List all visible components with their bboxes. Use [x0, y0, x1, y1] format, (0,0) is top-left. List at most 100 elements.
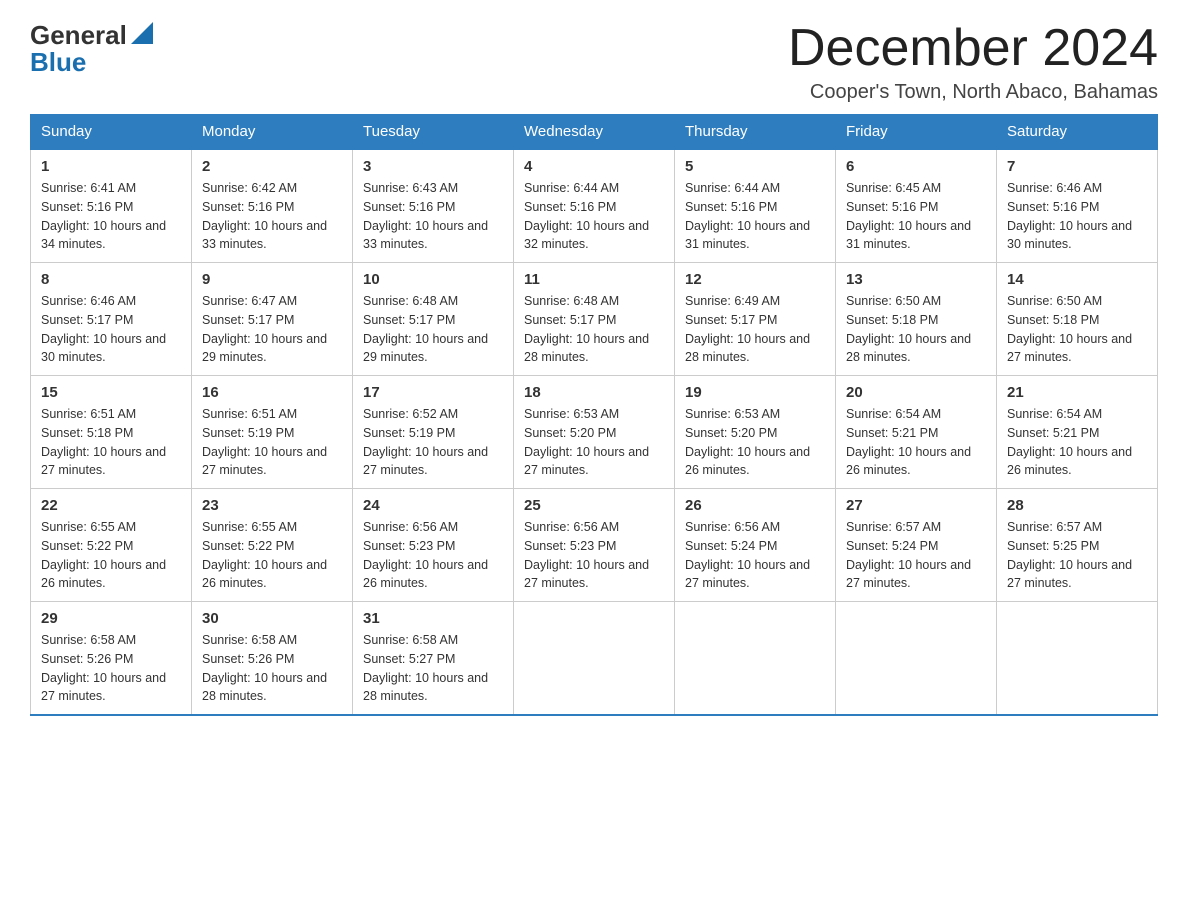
day-info: Sunrise: 6:41 AMSunset: 5:16 PMDaylight:…	[41, 179, 181, 254]
table-row: 21 Sunrise: 6:54 AMSunset: 5:21 PMDayligh…	[997, 376, 1158, 489]
day-info: Sunrise: 6:51 AMSunset: 5:18 PMDaylight:…	[41, 405, 181, 480]
day-number: 4	[524, 158, 664, 175]
table-row: 20 Sunrise: 6:54 AMSunset: 5:21 PMDayligh…	[836, 376, 997, 489]
day-number: 23	[202, 497, 342, 514]
day-number: 2	[202, 158, 342, 175]
table-row: 22Sunrise: 6:55 AMSunset: 5:22 PMDayligh…	[31, 489, 192, 602]
day-number: 16	[202, 384, 342, 401]
table-row: 12Sunrise: 6:49 AMSunset: 5:17 PMDayligh…	[675, 263, 836, 376]
day-number: 11	[524, 271, 664, 288]
day-number: 17	[363, 384, 503, 401]
table-row: 15 Sunrise: 6:51 AMSunset: 5:18 PMDayligh…	[31, 376, 192, 489]
table-row: 29Sunrise: 6:58 AMSunset: 5:26 PMDayligh…	[31, 602, 192, 716]
logo-blue-text: Blue	[30, 47, 86, 78]
day-number: 21	[1007, 384, 1147, 401]
table-row	[997, 602, 1158, 716]
day-number: 20	[846, 384, 986, 401]
day-number: 26	[685, 497, 825, 514]
calendar-week-1: 1Sunrise: 6:41 AMSunset: 5:16 PMDaylight…	[31, 149, 1158, 263]
day-number: 10	[363, 271, 503, 288]
logo: General Blue	[30, 20, 153, 78]
day-number: 7	[1007, 158, 1147, 175]
table-row: 3 Sunrise: 6:43 AMSunset: 5:16 PMDaylight…	[353, 149, 514, 263]
day-info: Sunrise: 6:58 AMSunset: 5:26 PMDaylight:…	[202, 631, 342, 706]
table-row: 13 Sunrise: 6:50 AMSunset: 5:18 PMDayligh…	[836, 263, 997, 376]
location-subtitle: Cooper's Town, North Abaco, Bahamas	[788, 81, 1158, 104]
day-number: 31	[363, 610, 503, 627]
col-saturday: Saturday	[997, 115, 1158, 150]
table-row: 14Sunrise: 6:50 AMSunset: 5:18 PMDayligh…	[997, 263, 1158, 376]
day-info: Sunrise: 6:54 AMSunset: 5:21 PMDaylight:…	[846, 405, 986, 480]
day-number: 28	[1007, 497, 1147, 514]
day-number: 15	[41, 384, 181, 401]
table-row: 28 Sunrise: 6:57 AMSunset: 5:25 PMDayligh…	[997, 489, 1158, 602]
day-info: Sunrise: 6:46 AMSunset: 5:16 PMDaylight:…	[1007, 179, 1147, 254]
table-row: 26Sunrise: 6:56 AMSunset: 5:24 PMDayligh…	[675, 489, 836, 602]
table-row: 25Sunrise: 6:56 AMSunset: 5:23 PMDayligh…	[514, 489, 675, 602]
day-number: 24	[363, 497, 503, 514]
table-row: 19Sunrise: 6:53 AMSunset: 5:20 PMDayligh…	[675, 376, 836, 489]
calendar-week-4: 22Sunrise: 6:55 AMSunset: 5:22 PMDayligh…	[31, 489, 1158, 602]
day-number: 14	[1007, 271, 1147, 288]
calendar-table: Sunday Monday Tuesday Wednesday Thursday…	[30, 114, 1158, 716]
day-number: 3	[363, 158, 503, 175]
day-number: 5	[685, 158, 825, 175]
day-info: Sunrise: 6:49 AMSunset: 5:17 PMDaylight:…	[685, 292, 825, 367]
table-row: 11 Sunrise: 6:48 AMSunset: 5:17 PMDayligh…	[514, 263, 675, 376]
day-info: Sunrise: 6:48 AMSunset: 5:17 PMDaylight:…	[363, 292, 503, 367]
table-row: 30 Sunrise: 6:58 AMSunset: 5:26 PMDayligh…	[192, 602, 353, 716]
day-number: 30	[202, 610, 342, 627]
day-number: 9	[202, 271, 342, 288]
table-row: 27 Sunrise: 6:57 AMSunset: 5:24 PMDayligh…	[836, 489, 997, 602]
day-info: Sunrise: 6:46 AMSunset: 5:17 PMDaylight:…	[41, 292, 181, 367]
day-info: Sunrise: 6:57 AMSunset: 5:24 PMDaylight:…	[846, 518, 986, 593]
day-number: 8	[41, 271, 181, 288]
day-number: 6	[846, 158, 986, 175]
day-number: 29	[41, 610, 181, 627]
table-row: 8 Sunrise: 6:46 AMSunset: 5:17 PMDaylight…	[31, 263, 192, 376]
day-info: Sunrise: 6:57 AMSunset: 5:25 PMDaylight:…	[1007, 518, 1147, 593]
table-row: 9Sunrise: 6:47 AMSunset: 5:17 PMDaylight…	[192, 263, 353, 376]
table-row	[836, 602, 997, 716]
col-wednesday: Wednesday	[514, 115, 675, 150]
table-row	[675, 602, 836, 716]
day-info: Sunrise: 6:52 AMSunset: 5:19 PMDaylight:…	[363, 405, 503, 480]
day-number: 18	[524, 384, 664, 401]
table-row: 2 Sunrise: 6:42 AMSunset: 5:16 PMDaylight…	[192, 149, 353, 263]
day-info: Sunrise: 6:48 AMSunset: 5:17 PMDaylight:…	[524, 292, 664, 367]
day-number: 25	[524, 497, 664, 514]
day-number: 13	[846, 271, 986, 288]
table-row: 31Sunrise: 6:58 AMSunset: 5:27 PMDayligh…	[353, 602, 514, 716]
day-info: Sunrise: 6:56 AMSunset: 5:23 PMDaylight:…	[363, 518, 503, 593]
col-sunday: Sunday	[31, 115, 192, 150]
logo-triangle-icon	[131, 22, 153, 44]
weekday-header-row: Sunday Monday Tuesday Wednesday Thursday…	[31, 115, 1158, 150]
table-row: 17 Sunrise: 6:52 AMSunset: 5:19 PMDayligh…	[353, 376, 514, 489]
day-info: Sunrise: 6:50 AMSunset: 5:18 PMDaylight:…	[846, 292, 986, 367]
day-info: Sunrise: 6:42 AMSunset: 5:16 PMDaylight:…	[202, 179, 342, 254]
calendar-week-5: 29 Sunrise: 6:58 AMSunset: 5:26 PMDayligh…	[31, 602, 1158, 716]
table-row: 1Sunrise: 6:41 AMSunset: 5:16 PMDaylight…	[31, 149, 192, 263]
table-row: 6 Sunrise: 6:45 AMSunset: 5:16 PMDaylight…	[836, 149, 997, 263]
table-row: 24 Sunrise: 6:56 AMSunset: 5:23 PMDayligh…	[353, 489, 514, 602]
col-monday: Monday	[192, 115, 353, 150]
table-row: 10 Sunrise: 6:48 AMSunset: 5:17 PMDayligh…	[353, 263, 514, 376]
page-header: General Blue December 2024 Cooper's Town…	[30, 20, 1158, 104]
col-thursday: Thursday	[675, 115, 836, 150]
day-info: Sunrise: 6:53 AMSunset: 5:20 PMDaylight:…	[685, 405, 825, 480]
day-info: Sunrise: 6:43 AMSunset: 5:16 PMDaylight:…	[363, 179, 503, 254]
calendar-week-2: 8 Sunrise: 6:46 AMSunset: 5:17 PMDaylight…	[31, 263, 1158, 376]
day-info: Sunrise: 6:53 AMSunset: 5:20 PMDaylight:…	[524, 405, 664, 480]
table-row: 7 Sunrise: 6:46 AMSunset: 5:16 PMDaylight…	[997, 149, 1158, 263]
table-row: 4 Sunrise: 6:44 AMSunset: 5:16 PMDaylight…	[514, 149, 675, 263]
day-number: 22	[41, 497, 181, 514]
day-info: Sunrise: 6:54 AMSunset: 5:21 PMDaylight:…	[1007, 405, 1147, 480]
calendar-week-3: 15 Sunrise: 6:51 AMSunset: 5:18 PMDayligh…	[31, 376, 1158, 489]
day-number: 27	[846, 497, 986, 514]
table-row	[514, 602, 675, 716]
col-tuesday: Tuesday	[353, 115, 514, 150]
month-title: December 2024	[788, 20, 1158, 77]
day-info: Sunrise: 6:44 AMSunset: 5:16 PMDaylight:…	[685, 179, 825, 254]
day-info: Sunrise: 6:45 AMSunset: 5:16 PMDaylight:…	[846, 179, 986, 254]
day-info: Sunrise: 6:44 AMSunset: 5:16 PMDaylight:…	[524, 179, 664, 254]
